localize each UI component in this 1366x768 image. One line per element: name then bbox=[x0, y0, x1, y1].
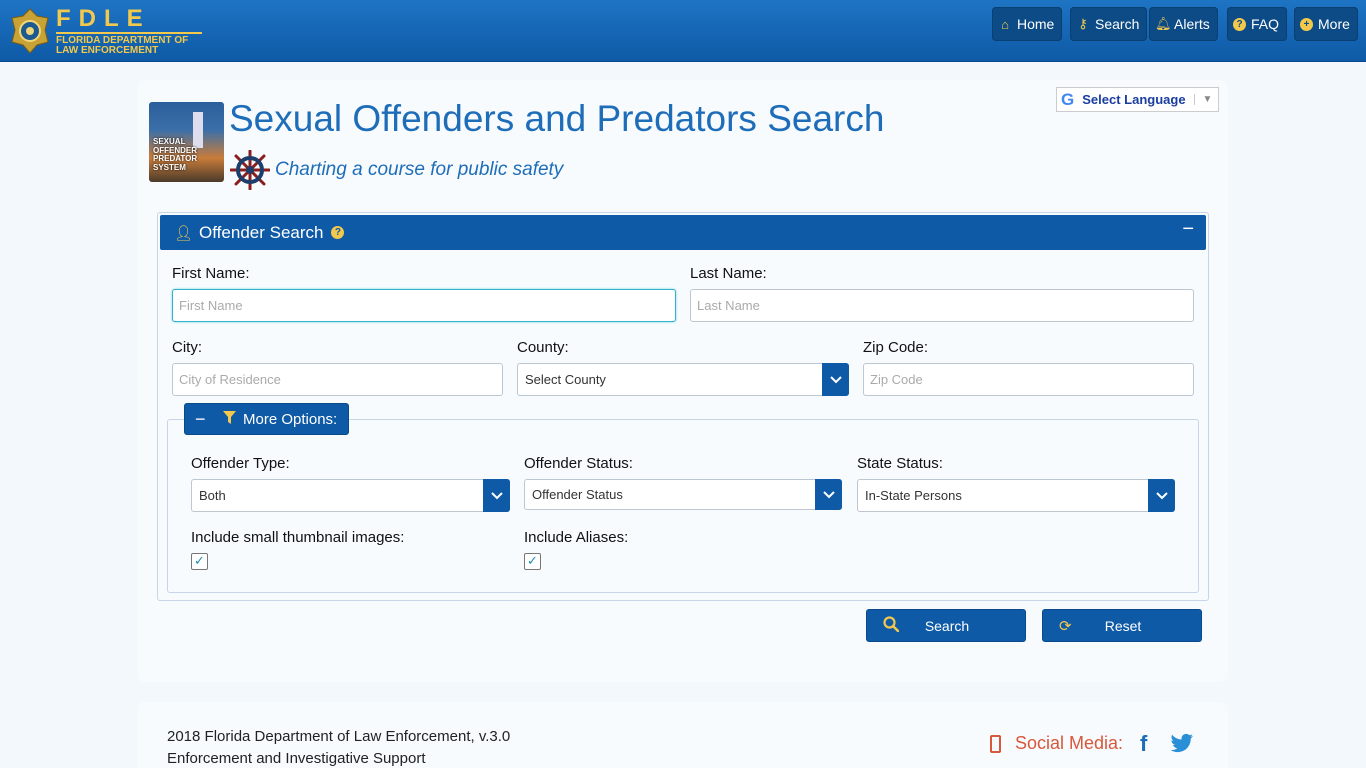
ship-wheel-icon bbox=[229, 149, 271, 191]
logo-abbreviation: FDLE bbox=[56, 4, 151, 32]
state-status-label: State Status: bbox=[857, 455, 943, 472]
footer-division: Enforcement and Investigative Support bbox=[167, 750, 426, 767]
fdle-logo[interactable]: FDLE FLORIDA DEPARTMENT OF LAW ENFORCEME… bbox=[10, 6, 202, 56]
nav-search-label: Search bbox=[1095, 16, 1140, 32]
chevron-down-icon[interactable] bbox=[483, 479, 510, 512]
logo-line-2: LAW ENFORCEMENT bbox=[56, 44, 159, 56]
plus-circle-icon: + bbox=[1300, 17, 1313, 31]
county-select-value: Select County bbox=[525, 372, 606, 387]
reset-button-label: Reset bbox=[1104, 617, 1142, 634]
more-options-label: More Options: bbox=[243, 410, 338, 428]
city-input[interactable] bbox=[172, 363, 503, 396]
search-button[interactable]: Search bbox=[866, 609, 1026, 642]
user-icon: 👤︎ bbox=[174, 224, 194, 242]
nav-search-button[interactable]: ⚷ Search bbox=[1070, 7, 1148, 41]
zip-code-input[interactable] bbox=[863, 363, 1194, 396]
nav-more-label: More bbox=[1318, 16, 1350, 32]
nav-alerts-button[interactable]: 🔔︎ Alerts bbox=[1149, 7, 1218, 41]
mobile-phone-icon bbox=[990, 734, 1001, 753]
checkmark-icon: ✓ bbox=[194, 554, 205, 569]
bell-icon: 🔔︎ bbox=[1155, 16, 1172, 31]
aliases-label: Include Aliases: bbox=[524, 529, 629, 546]
nav-more-button[interactable]: + More bbox=[1294, 7, 1358, 41]
facebook-icon[interactable]: f bbox=[1140, 731, 1147, 757]
first-name-input[interactable] bbox=[172, 289, 676, 322]
question-icon: ? bbox=[1233, 17, 1246, 31]
nav-alerts-label: Alerts bbox=[1174, 16, 1210, 32]
filter-icon bbox=[223, 411, 236, 427]
social-media: Social Media: bbox=[990, 733, 1123, 754]
footer-copyright: 2018 Florida Department of Law Enforceme… bbox=[167, 728, 511, 745]
google-icon: G bbox=[1061, 89, 1075, 109]
page-title: Sexual Offenders and Predators Search bbox=[229, 98, 885, 139]
key-search-icon: ⚷ bbox=[1078, 16, 1088, 31]
zip-code-label: Zip Code: bbox=[863, 339, 929, 356]
chevron-down-icon[interactable] bbox=[1148, 479, 1175, 512]
language-selector-label: Select Language bbox=[1082, 92, 1186, 107]
nav-home-button[interactable]: ⌂ Home bbox=[992, 7, 1063, 41]
nav-faq-button[interactable]: ? FAQ bbox=[1227, 7, 1288, 41]
help-icon[interactable]: ? bbox=[331, 226, 345, 239]
chevron-down-icon[interactable] bbox=[815, 479, 842, 510]
offender-status-label: Offender Status: bbox=[524, 455, 633, 472]
dropdown-arrow-icon: ▼ bbox=[1193, 94, 1212, 105]
minus-icon: − bbox=[195, 408, 206, 429]
logo-divider bbox=[56, 31, 202, 34]
more-options-toggle[interactable]: − More Options: bbox=[184, 403, 349, 435]
thumbnails-label: Include small thumbnail images: bbox=[191, 529, 405, 546]
logo-line-1: FLORIDA DEPARTMENT OF bbox=[56, 34, 189, 46]
nav-faq-label: FAQ bbox=[1251, 16, 1280, 32]
state-status-value: In-State Persons bbox=[865, 488, 962, 503]
refresh-icon: ⟳ bbox=[1059, 617, 1072, 635]
county-select[interactable]: Select County bbox=[517, 363, 849, 396]
nav-home-label: Home bbox=[1017, 16, 1055, 32]
city-label: City: bbox=[172, 339, 202, 356]
last-name-input[interactable] bbox=[690, 289, 1194, 322]
fdle-badge-icon bbox=[10, 8, 50, 54]
thumbnails-checkbox[interactable]: ✓ bbox=[191, 553, 208, 570]
aliases-checkbox[interactable]: ✓ bbox=[524, 553, 541, 570]
reset-button[interactable]: ⟳ Reset bbox=[1042, 609, 1202, 642]
search-icon bbox=[883, 615, 903, 636]
offender-search-header[interactable]: 👤︎ Offender Search ? − bbox=[160, 215, 1206, 250]
offender-status-select[interactable]: Offender Status bbox=[524, 479, 842, 510]
home-icon: ⌂ bbox=[1001, 16, 1009, 32]
county-label: County: bbox=[517, 339, 569, 356]
offender-type-select[interactable]: Both bbox=[191, 479, 510, 512]
state-status-select[interactable]: In-State Persons bbox=[857, 479, 1175, 512]
search-button-label: Search bbox=[924, 617, 970, 634]
offender-status-value: Offender Status bbox=[532, 487, 623, 502]
page-subtitle: Charting a course for public safety bbox=[275, 159, 564, 180]
last-name-label: Last Name: bbox=[690, 265, 767, 282]
offender-type-value: Both bbox=[199, 488, 226, 503]
offender-search-title: Offender Search bbox=[199, 222, 324, 242]
language-selector[interactable]: G Select Language ▼ bbox=[1056, 87, 1219, 112]
collapse-icon[interactable]: − bbox=[1182, 218, 1194, 241]
chevron-down-icon[interactable] bbox=[822, 363, 849, 396]
sops-logo-line-4: SYSTEM bbox=[153, 162, 186, 172]
first-name-label: First Name: bbox=[172, 265, 250, 282]
social-media-label: Social Media: bbox=[1015, 733, 1124, 753]
checkmark-icon: ✓ bbox=[527, 554, 538, 569]
top-navigation-bar: FDLE FLORIDA DEPARTMENT OF LAW ENFORCEME… bbox=[0, 0, 1366, 62]
sops-logo: SEXUAL OFFENDER PREDATOR SYSTEM bbox=[149, 102, 224, 182]
offender-type-label: Offender Type: bbox=[191, 455, 290, 472]
twitter-icon[interactable] bbox=[1170, 733, 1194, 755]
